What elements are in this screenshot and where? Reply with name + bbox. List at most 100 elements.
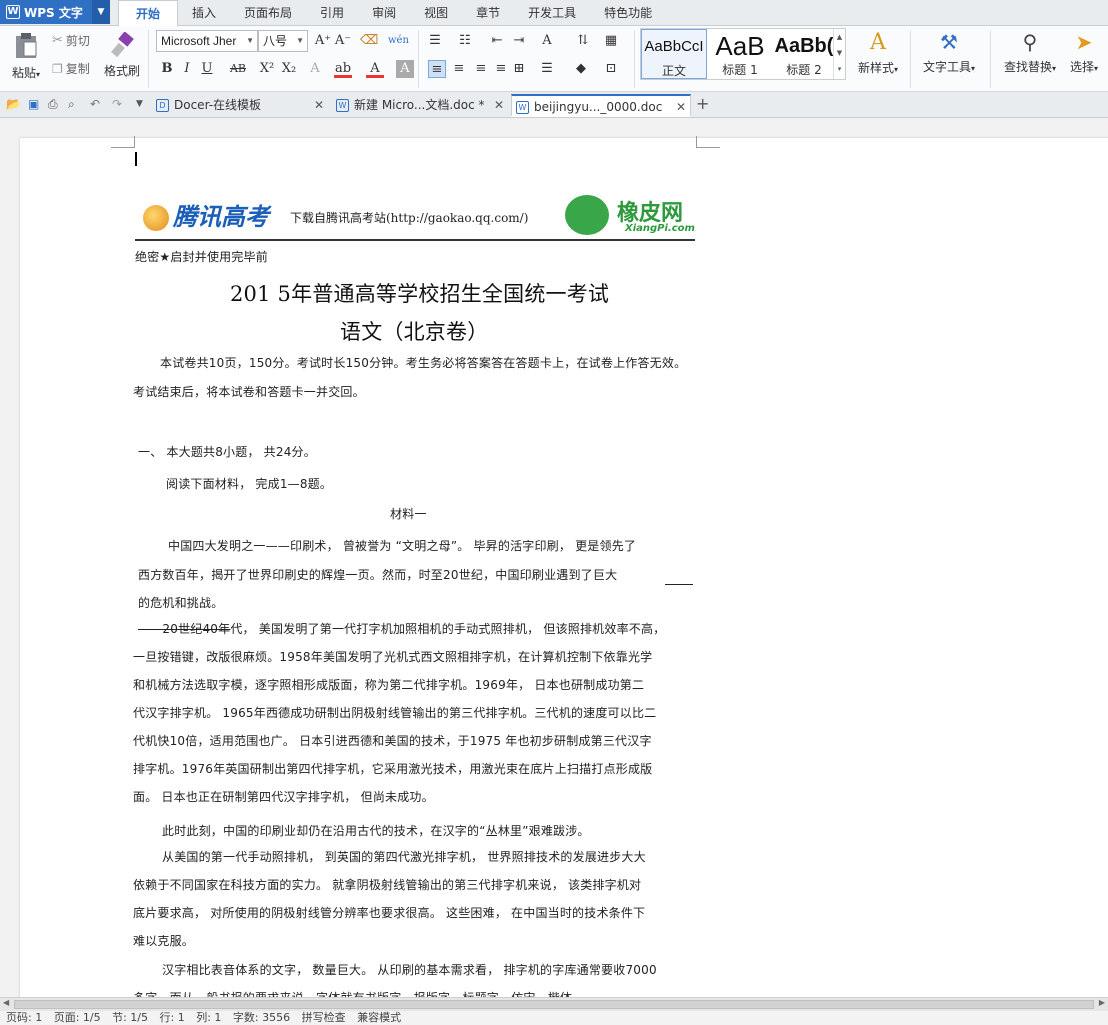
chevron-down-icon: ▼: [246, 36, 254, 45]
find-replace-button[interactable]: ⚲ 查找替换▾: [998, 30, 1062, 75]
paragraph-line: 代汉字排字机。 1965年西德成功研制出阴极射线管输出的第三代排字机。三代机的速…: [133, 706, 657, 720]
section-heading: 一、 本大题共8小题， 共24分。: [138, 445, 316, 459]
underline-icon[interactable]: U: [198, 60, 216, 78]
align-justify-icon[interactable]: ≡: [492, 60, 510, 78]
align-center-icon[interactable]: ≡: [450, 60, 468, 78]
text-tools-button[interactable]: ⚒ 文字工具▾: [918, 30, 980, 75]
line-sort-icon[interactable]: ⇅: [574, 32, 592, 50]
dash-mark: [665, 584, 693, 585]
tab-home[interactable]: 开始: [118, 0, 179, 26]
menu-tabs: 开始 插入 页面布局 引用 审阅 视图 章节 开发工具 特色功能: [118, 0, 666, 26]
horizontal-scrollbar[interactable]: ◀ ▶: [0, 997, 1108, 1011]
chevron-down-icon[interactable]: ▼: [136, 99, 143, 109]
subscript-icon[interactable]: X₂: [280, 60, 298, 78]
status-spellcheck[interactable]: 拼写检查: [302, 1011, 346, 1024]
redo-icon[interactable]: ↷: [112, 97, 122, 111]
tab-section[interactable]: 章节: [462, 0, 514, 26]
binoculars-icon: ⚲: [1022, 30, 1038, 54]
page-header: 腾讯高考 下载自腾讯高考站(http://gaokao.qq.com/) 橡皮网…: [135, 193, 695, 241]
divider: [634, 30, 635, 88]
shading-icon[interactable]: ◆: [572, 60, 590, 78]
app-menu-button[interactable]: W WPS 文字 ▼: [0, 0, 110, 24]
scroll-right-icon[interactable]: ▶: [1099, 998, 1105, 1007]
new-tab-icon[interactable]: +: [696, 94, 709, 113]
bold-icon[interactable]: B: [158, 60, 176, 78]
style-sample: AaBbCcI: [644, 38, 704, 55]
tab-developer[interactable]: 开发工具: [514, 0, 590, 26]
tab-special[interactable]: 特色功能: [590, 0, 666, 26]
new-style-button[interactable]: A 新样式▾: [852, 30, 904, 76]
font-size-combo[interactable]: 八号 ▼: [258, 30, 308, 52]
doc-tab-title: beijingyu..._0000.doc: [534, 100, 663, 114]
paste-button[interactable]: 粘贴▾: [6, 32, 46, 81]
chevron-down-icon[interactable]: ▼: [92, 0, 110, 24]
border-icon[interactable]: ⊡: [602, 60, 620, 78]
grow-font-icon[interactable]: A⁺: [314, 32, 332, 50]
copy-button[interactable]: ❐ 复制: [52, 60, 90, 77]
tab-review[interactable]: 审阅: [358, 0, 410, 26]
style-normal[interactable]: AaBbCcI 正文: [641, 29, 707, 79]
strikethrough-icon[interactable]: AB: [226, 60, 250, 78]
doc-tab-title: Docer-在线模板: [174, 98, 262, 112]
format-painter-button[interactable]: 格式刷: [102, 32, 142, 79]
increase-indent-icon[interactable]: ⇥: [510, 32, 528, 50]
scrollbar-thumb[interactable]: [14, 1000, 1094, 1009]
numbered-list-icon[interactable]: ☷: [456, 32, 474, 50]
document-workspace[interactable]: 腾讯高考 下载自腾讯高考站(http://gaokao.qq.com/) 橡皮网…: [0, 119, 1108, 1005]
status-bar: 页码: 1 页面: 1/5 节: 1/5 行: 1 列: 1 字数: 3556 …: [0, 1011, 1108, 1025]
material-heading: 材料一: [390, 507, 427, 521]
distributed-align-icon[interactable]: ⊞: [510, 60, 528, 78]
tab-view[interactable]: 视图: [410, 0, 462, 26]
bullet-list-icon[interactable]: ☰: [426, 32, 444, 50]
shrink-font-icon[interactable]: A⁻: [334, 32, 352, 50]
print-icon[interactable]: ⎙: [48, 97, 58, 112]
italic-icon[interactable]: I: [178, 60, 196, 78]
clear-format-icon[interactable]: ⌫: [360, 32, 378, 50]
style-heading-1[interactable]: AaB 标题 1: [707, 29, 773, 79]
tab-page-layout[interactable]: 页面布局: [230, 0, 306, 26]
paragraph-line: 中国四大发明之一——印刷术， 曾被誉为 “文明之母”。 毕昇的活字印刷， 更是领…: [168, 539, 637, 553]
superscript-icon[interactable]: X²: [258, 60, 276, 78]
tab-references[interactable]: 引用: [306, 0, 358, 26]
status-word-count[interactable]: 字数: 3556: [233, 1011, 290, 1024]
line-spacing-icon[interactable]: ☰: [538, 60, 556, 78]
change-case-icon[interactable]: A: [538, 32, 556, 50]
wps-logo-icon: W: [6, 5, 20, 19]
decrease-indent-icon[interactable]: ⇤: [488, 32, 506, 50]
close-icon[interactable]: ✕: [494, 94, 504, 116]
doc-tab-docer[interactable]: D Docer-在线模板 ✕: [152, 94, 328, 117]
phonetic-guide-icon[interactable]: wén: [388, 32, 409, 50]
paragraph-line: 和机械方法选取字模，逐字照相形成版面，称为第二代排字机。1969年， 日本也研制…: [133, 678, 645, 692]
save-icon[interactable]: ▣: [28, 97, 39, 111]
tab-insert[interactable]: 插入: [178, 0, 230, 26]
close-icon[interactable]: ✕: [676, 96, 686, 118]
status-page[interactable]: 页码: 1: [6, 1011, 42, 1024]
logo-ball-icon: [143, 205, 169, 231]
select-button[interactable]: ➤ 选择▾: [1064, 30, 1104, 75]
font-name-value: Microsoft Jher: [161, 34, 237, 48]
print-preview-icon[interactable]: ⌕: [68, 97, 75, 112]
open-folder-icon[interactable]: 📂: [6, 97, 21, 111]
font-color-icon[interactable]: A: [366, 60, 384, 78]
char-shading-icon[interactable]: A: [396, 60, 414, 78]
select-label: 选择: [1069, 60, 1094, 74]
doc-tab-beijing[interactable]: W beijingyu..._0000.doc ✕: [511, 94, 691, 117]
align-left-icon[interactable]: ≡: [428, 60, 446, 78]
highlight-icon[interactable]: ab: [334, 60, 352, 78]
style-scroll[interactable]: ▲ ▼ ▾: [833, 29, 845, 79]
style-heading-2[interactable]: AaBb( 标题 2: [773, 29, 835, 79]
doc-tab-new-doc[interactable]: W 新建 Micro...文档.doc * ✕: [332, 94, 508, 117]
scroll-left-icon[interactable]: ◀: [3, 998, 9, 1007]
undo-icon[interactable]: ↶: [90, 97, 100, 111]
divider: [910, 30, 911, 88]
table-icon[interactable]: ▦: [602, 32, 620, 50]
document-page[interactable]: 腾讯高考 下载自腾讯高考站(http://gaokao.qq.com/) 橡皮网…: [20, 136, 1108, 1005]
paragraph-line: 代机快10倍，适用范围也广。 日本引进西德和美国的技术，于1975 年也初步研制…: [133, 734, 652, 748]
tencent-gaokao-logo: 腾讯高考: [143, 197, 269, 232]
text-effect-icon[interactable]: A: [306, 60, 324, 78]
font-name-combo[interactable]: Microsoft Jher ▼: [156, 30, 258, 52]
cut-button[interactable]: ✂ 剪切: [52, 32, 90, 49]
close-icon[interactable]: ✕: [314, 94, 324, 116]
paragraph-line: 西方数百年，揭开了世界印刷史的辉煌一页。然而，时至20世纪，中国印刷业遇到了巨大: [138, 568, 618, 582]
align-right-icon[interactable]: ≡: [472, 60, 490, 78]
